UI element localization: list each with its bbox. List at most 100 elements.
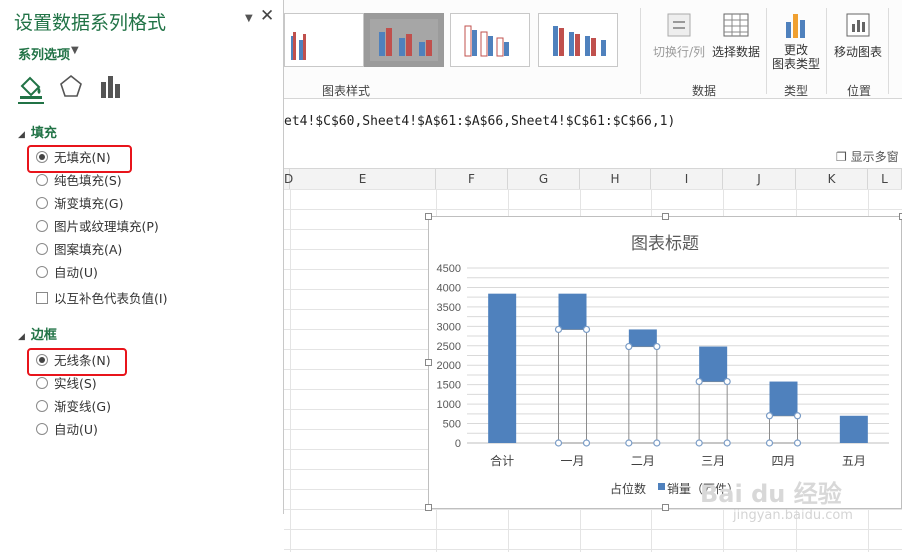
select-data-label: 选择数据 (711, 45, 760, 59)
sales-bar[interactable] (558, 293, 587, 330)
radio-button (36, 243, 48, 255)
fill-option-label: 图片或纹理填充(P) (54, 219, 159, 234)
x-tick-label: 一月 (560, 454, 584, 468)
change-chart-type-button[interactable]: 更改 图表类型 (770, 10, 822, 71)
selection-handle[interactable] (723, 377, 731, 386)
fill-section-header[interactable]: ◢ 填充 (18, 122, 57, 141)
sales-bar[interactable] (769, 381, 798, 416)
fill-option-4[interactable]: 图案填充(A) (36, 241, 122, 259)
series-options-dropdown[interactable]: 系列选项 (18, 44, 70, 63)
type-group-label: 类型 (784, 84, 809, 98)
fill-section-title: 填充 (30, 126, 57, 141)
chart-style-thumb-1[interactable] (284, 13, 364, 67)
chart-styles-group-label: 图表样式 (322, 84, 371, 98)
border-option-1[interactable]: 实线(S) (36, 375, 97, 393)
watermark-logo: Bai du 经验 (700, 480, 842, 508)
bar-chart-icon[interactable] (98, 72, 124, 100)
column-header-L[interactable]: L (868, 169, 902, 189)
fill-option-3[interactable]: 图片或纹理填充(P) (36, 218, 159, 236)
ribbon-separator (640, 8, 641, 94)
border-option-2[interactable]: 渐变线(G) (36, 398, 111, 416)
chart-area[interactable]: 图表标题 0 500 1000 1500 2000 2500 3000 3500 4000 450… (428, 216, 902, 509)
fill-option-label: 纯色填充(S) (54, 173, 122, 188)
select-data-icon (723, 13, 749, 37)
column-header-H[interactable]: H (580, 169, 651, 189)
y-tick-label: 4500 (437, 263, 461, 275)
show-multiple-windows-label: 显示多窗 (850, 150, 899, 164)
selection-handle[interactable] (695, 439, 703, 447)
selection-handle[interactable] (653, 439, 661, 447)
ribbon-separator (766, 8, 767, 94)
placeholder-bar[interactable] (769, 415, 798, 444)
invert-negative-label: 以互补色代表负值(I) (54, 291, 168, 306)
fill-option-5[interactable]: 自动(U) (36, 264, 98, 282)
placeholder-bar[interactable] (698, 381, 728, 444)
select-data-button[interactable]: 选择数据 (710, 10, 762, 60)
close-icon[interactable]: ✕ (260, 6, 274, 26)
legend-label-placeholder: 占位数 (610, 481, 646, 496)
column-header-J[interactable]: J (723, 169, 796, 189)
change-chart-type-label: 更改 图表类型 (771, 43, 820, 71)
fill-option-2[interactable]: 渐变填充(G) (36, 195, 123, 213)
location-group-label: 位置 (847, 84, 872, 98)
resize-handle[interactable] (425, 359, 432, 366)
column-header-F[interactable]: F (436, 169, 508, 189)
resize-handle[interactable] (425, 504, 432, 511)
selection-handle[interactable] (554, 439, 563, 447)
y-tick-label: 0 (455, 438, 461, 450)
invert-negative-checkbox[interactable]: 以互补色代表负值(I) (36, 290, 167, 308)
selection-handle[interactable] (793, 439, 802, 447)
pane-dropdown-icon[interactable]: ▼ (245, 13, 253, 24)
sales-bar[interactable] (628, 329, 657, 347)
active-tab-indicator (18, 102, 44, 104)
selection-handle[interactable] (582, 439, 591, 447)
selection-handle[interactable] (625, 439, 633, 447)
selection-handle[interactable] (765, 439, 774, 447)
border-section-header[interactable]: ◢ 边框 (18, 324, 57, 343)
radio-button (36, 423, 48, 435)
border-option-label: 渐变线(G) (54, 399, 111, 414)
paint-bucket-icon[interactable] (18, 72, 44, 100)
formula-bar[interactable]: et4!$C$60,Sheet4!$A$61:$A$66,Sheet4!$C$6… (284, 110, 902, 134)
ribbon-separator (826, 8, 827, 94)
placeholder-bar[interactable] (558, 328, 587, 444)
sales-bar[interactable] (488, 293, 517, 443)
selection-handle[interactable] (582, 325, 591, 334)
chart-svg: 0 500 1000 1500 2000 2500 3000 3500 4000 4500 合计 一月… (437, 263, 889, 496)
resize-handle[interactable] (425, 213, 432, 220)
selection-handle[interactable] (723, 439, 731, 447)
x-tick-label: 二月 (631, 454, 655, 468)
resize-handle[interactable] (662, 213, 669, 220)
column-header-G[interactable]: G (508, 169, 580, 189)
fill-option-1[interactable]: 纯色填充(S) (36, 172, 122, 190)
resize-handle[interactable] (662, 504, 669, 511)
y-tick-label: 3500 (437, 302, 461, 314)
selection-handle[interactable] (653, 342, 661, 351)
chart-style-thumb-2[interactable] (364, 13, 444, 67)
sales-bar[interactable] (699, 346, 728, 382)
data-group-label: 数据 (692, 84, 717, 98)
selection-handle[interactable] (554, 325, 563, 334)
chart-style-thumb-4[interactable] (538, 13, 618, 67)
chevron-down-icon[interactable]: ▼ (71, 45, 79, 56)
x-tick-label: 四月 (771, 454, 795, 468)
y-tick-label: 2000 (437, 360, 461, 372)
sales-bar[interactable] (839, 415, 868, 443)
selection-handle[interactable] (695, 377, 703, 386)
radio-button (36, 377, 48, 389)
move-chart-button[interactable]: 移动图表 (830, 10, 886, 60)
border-option-3[interactable]: 自动(U) (36, 421, 98, 439)
chart-style-thumb-3[interactable] (450, 13, 530, 67)
switch-row-column-button[interactable]: 切换行/列 (648, 10, 710, 60)
column-header-K[interactable]: K (796, 169, 868, 189)
column-header-E[interactable]: E (290, 169, 436, 189)
y-tick-label: 1000 (437, 399, 461, 411)
selection-handle[interactable] (765, 412, 774, 420)
show-multiple-windows[interactable]: ❐ 显示多窗 (836, 148, 899, 165)
selection-handle[interactable] (793, 412, 802, 420)
column-header-I[interactable]: I (651, 169, 723, 189)
x-tick-label: 五月 (842, 454, 866, 468)
selection-handle[interactable] (625, 342, 633, 351)
collapse-triangle-icon: ◢ (18, 130, 25, 140)
pentagon-icon[interactable] (58, 72, 84, 100)
